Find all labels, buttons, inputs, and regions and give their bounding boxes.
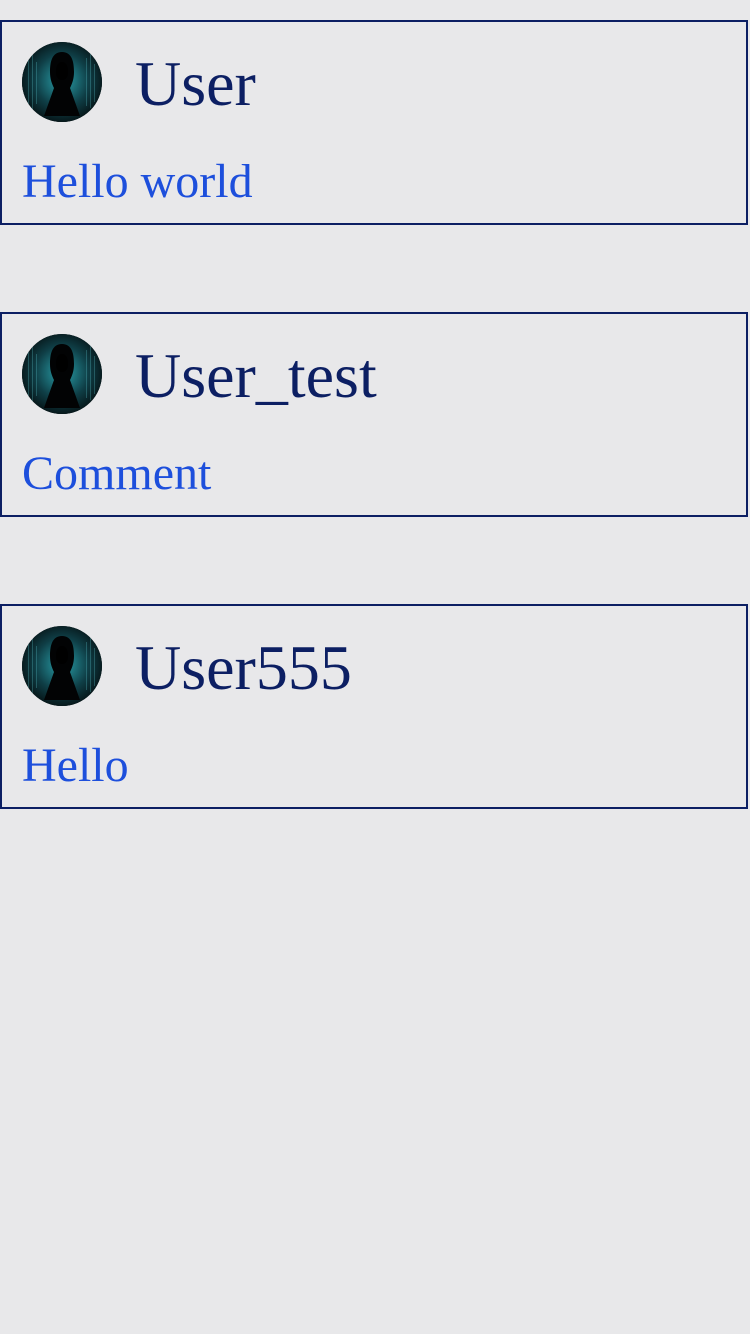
hooded-figure-avatar-icon: [22, 626, 102, 706]
comment-card[interactable]: User_test Comment: [0, 312, 748, 517]
avatar[interactable]: [22, 334, 102, 414]
avatar[interactable]: [22, 626, 102, 706]
hooded-figure-avatar-icon: [22, 42, 102, 122]
comment-text: Hello: [22, 739, 129, 792]
comment-card[interactable]: User555 Hello: [0, 604, 748, 809]
username[interactable]: User: [135, 40, 256, 128]
hooded-figure-avatar-icon: [22, 334, 102, 414]
username[interactable]: User_test: [135, 332, 377, 420]
username[interactable]: User555: [135, 624, 352, 712]
comment-feed: User Hello world User_test Comment User5…: [0, 0, 750, 1334]
comment-card[interactable]: User Hello world: [0, 20, 748, 225]
avatar[interactable]: [22, 42, 102, 122]
comment-text: Comment: [22, 447, 212, 500]
comment-text: Hello world: [22, 155, 253, 208]
